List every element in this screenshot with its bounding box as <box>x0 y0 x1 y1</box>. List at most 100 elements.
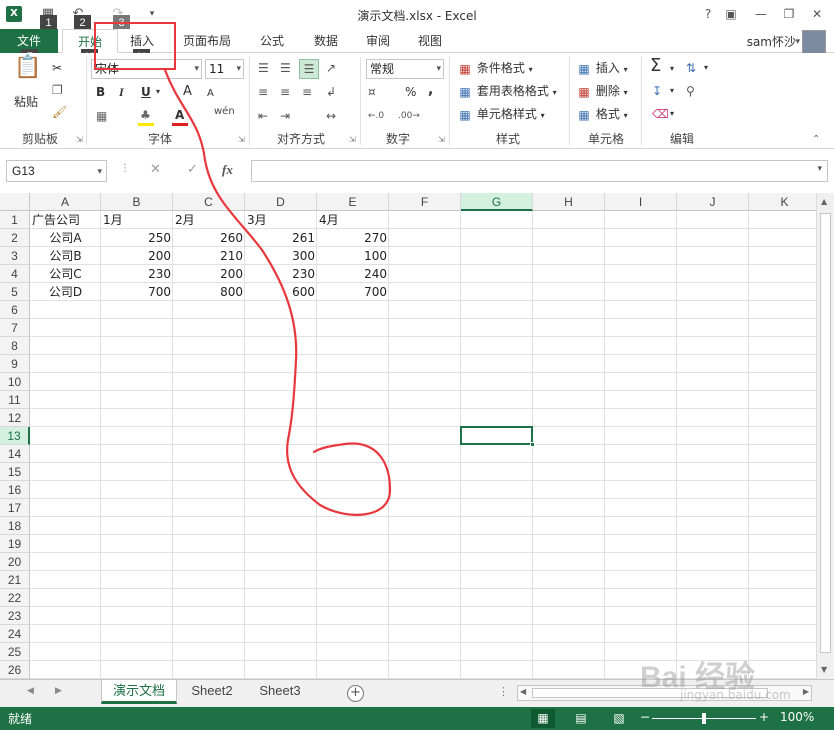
font-color-icon[interactable]: A <box>175 106 184 124</box>
header-cell[interactable]: 广告公司 <box>30 211 101 229</box>
normal-view-icon[interactable]: ▦ <box>531 709 555 728</box>
column-header[interactable]: A <box>30 193 101 211</box>
zoom-out-button[interactable]: − <box>640 710 650 724</box>
row-header[interactable]: 2 <box>0 229 30 247</box>
column-header[interactable]: H <box>533 193 605 211</box>
user-menu-chevron-icon[interactable]: ▾ <box>795 37 800 47</box>
column-header[interactable]: C <box>173 193 245 211</box>
phonetic-button[interactable]: wén <box>214 103 235 121</box>
value-cell[interactable]: 210 <box>173 247 245 265</box>
zoom-level[interactable]: 100% <box>780 710 814 724</box>
row-header[interactable]: 21 <box>0 571 30 589</box>
value-cell[interactable]: 700 <box>317 283 389 301</box>
wrap-text-icon[interactable]: ↲ <box>326 83 336 101</box>
value-cell[interactable]: 100 <box>317 247 389 265</box>
sheet-tab-demo[interactable]: 演示文档 <box>101 680 177 704</box>
value-cell[interactable]: 270 <box>317 229 389 247</box>
row-header[interactable]: 4 <box>0 265 30 283</box>
conditional-formatting-button[interactable]: 条件格式 <box>477 61 525 75</box>
restore-button[interactable]: ❐ <box>778 4 800 24</box>
cancel-button[interactable]: ✕ <box>150 162 161 177</box>
align-bottom-icon[interactable]: ☰ <box>299 59 319 79</box>
column-header[interactable]: B <box>101 193 173 211</box>
row-header[interactable]: 24 <box>0 625 30 643</box>
format-painter-icon[interactable]: 🖌 <box>52 103 67 121</box>
row-header[interactable]: 11 <box>0 391 30 409</box>
alignment-launcher-icon[interactable]: ⇲ <box>349 135 356 144</box>
font-launcher-icon[interactable]: ⇲ <box>238 135 245 144</box>
zoom-in-button[interactable]: + <box>759 710 769 724</box>
value-cell[interactable]: 300 <box>245 247 317 265</box>
align-top-icon[interactable]: ☰ <box>258 59 269 77</box>
scrollbar-thumb[interactable] <box>532 688 768 698</box>
underline-button[interactable]: U <box>141 83 151 101</box>
zoom-slider-thumb[interactable] <box>702 713 706 724</box>
row-header[interactable]: 14 <box>0 445 30 463</box>
value-cell[interactable]: 230 <box>101 265 173 283</box>
clear-dropdown-icon[interactable]: ▾ <box>670 105 674 123</box>
row-header[interactable]: 3 <box>0 247 30 265</box>
sheet-tab-sheet3[interactable]: Sheet3 <box>249 680 311 704</box>
row-header[interactable]: 9 <box>0 355 30 373</box>
value-cell[interactable]: 800 <box>173 283 245 301</box>
prev-sheet-icon[interactable]: ◀ <box>27 686 34 696</box>
minimize-button[interactable]: — <box>750 4 772 24</box>
formula-input[interactable]: ▾ <box>251 160 828 182</box>
decrease-indent-icon[interactable]: ⇤ <box>258 107 268 125</box>
customize-quick-access-icon[interactable]: ▾ <box>144 6 160 22</box>
row-header[interactable]: 15 <box>0 463 30 481</box>
scroll-right-icon[interactable]: ▶ <box>803 687 809 696</box>
cell-styles-button[interactable]: 单元格样式 <box>477 107 537 121</box>
header-cell[interactable]: 3月 <box>245 211 317 229</box>
row-header[interactable]: 1 <box>0 211 30 229</box>
fill-handle[interactable] <box>530 442 535 447</box>
select-all-corner[interactable] <box>0 193 30 211</box>
page-break-view-icon[interactable]: ▧ <box>607 709 631 728</box>
row-header[interactable]: 26 <box>0 661 30 679</box>
help-button[interactable]: ? <box>697 4 719 24</box>
cut-icon[interactable]: ✂ <box>52 59 62 77</box>
currency-icon[interactable]: ¤ <box>368 83 376 101</box>
percent-button[interactable]: % <box>405 83 416 101</box>
scrollbar-thumb[interactable] <box>820 213 831 653</box>
number-format-combo[interactable]: 常规 ▾ <box>366 59 444 79</box>
underline-dropdown-icon[interactable]: ▾ <box>156 83 160 101</box>
row-header[interactable]: 6 <box>0 301 30 319</box>
next-sheet-icon[interactable]: ▶ <box>55 686 62 696</box>
column-header[interactable]: F <box>389 193 461 211</box>
insert-function-button[interactable]: fx <box>222 162 233 178</box>
row-header[interactable]: 16 <box>0 481 30 499</box>
fill-icon[interactable]: ↧ <box>652 82 662 100</box>
row-header[interactable]: 19 <box>0 535 30 553</box>
value-cell[interactable]: 600 <box>245 283 317 301</box>
row-header[interactable]: 10 <box>0 373 30 391</box>
row-header[interactable]: 8 <box>0 337 30 355</box>
value-cell[interactable]: 230 <box>245 265 317 283</box>
row-header[interactable]: 20 <box>0 553 30 571</box>
value-cell[interactable]: 261 <box>245 229 317 247</box>
collapse-ribbon-icon[interactable]: ⌃ <box>812 131 820 149</box>
tab-page-layout[interactable]: 页面布局 <box>176 29 238 53</box>
row-header[interactable]: 5 <box>0 283 30 301</box>
fill-dropdown-icon[interactable]: ▾ <box>670 82 674 100</box>
row-header[interactable]: 23 <box>0 607 30 625</box>
fill-color-icon[interactable]: ♣ <box>140 106 151 124</box>
company-name-cell[interactable]: 公司A <box>30 229 101 247</box>
company-name-cell[interactable]: 公司C <box>30 265 101 283</box>
sort-filter-dropdown-icon[interactable]: ▾ <box>704 59 708 77</box>
value-cell[interactable]: 260 <box>173 229 245 247</box>
row-header[interactable]: 18 <box>0 517 30 535</box>
paste-icon[interactable]: 📋 <box>14 57 41 79</box>
worksheet-grid[interactable]: A B C D E F G H I J K 1 2 3 4 5 6 7 8 9 10 11 12 13 14 15 16 17 18 19… <box>0 193 834 679</box>
enter-button[interactable]: ✓ <box>187 162 198 177</box>
tab-formulas[interactable]: 公式 <box>252 29 292 53</box>
tab-data[interactable]: 数据 <box>306 29 346 53</box>
ribbon-display-options-button[interactable]: ▣ <box>720 4 742 24</box>
autosum-dropdown-icon[interactable]: ▾ <box>670 60 674 78</box>
value-cell[interactable]: 250 <box>101 229 173 247</box>
vertical-scrollbar[interactable]: ▲ ▼ <box>816 193 834 679</box>
add-sheet-button[interactable]: + <box>347 685 364 702</box>
paste-button[interactable]: 粘贴 <box>14 93 38 111</box>
scroll-left-icon[interactable]: ◀ <box>520 687 526 696</box>
copy-icon[interactable]: ❐ <box>52 81 63 99</box>
